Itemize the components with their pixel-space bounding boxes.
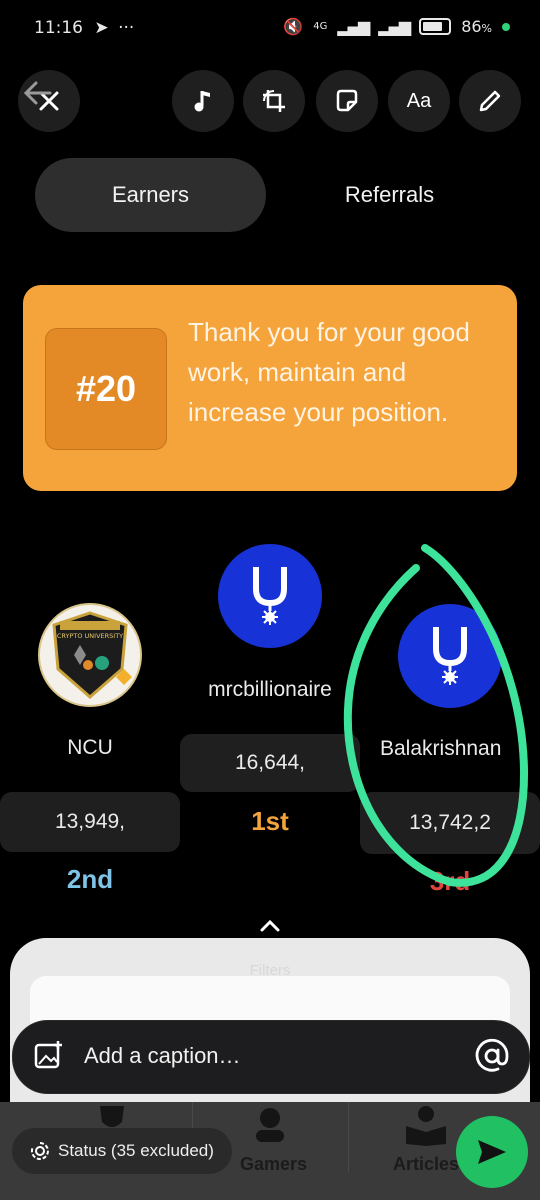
crop-rotate-button[interactable] [243,70,305,132]
camera-in-use-dot [502,22,510,31]
status-indicators: 🔇 4G ▂▄▆ ▂▄▆ 86% [283,17,510,36]
status-audience-chip[interactable]: Status (35 excluded) [12,1128,232,1174]
battery-level: 86% [461,17,492,36]
articles-icon [404,1104,448,1150]
mute-icon: 🔇 [283,17,304,36]
gamers-icon [250,1104,290,1148]
tab-referrals[interactable]: Referrals [274,158,505,232]
mention-icon[interactable] [474,1038,510,1078]
status-time: 11:16 ➤ ··· [34,18,135,38]
banner-message: Thank you for your good work, maintain a… [188,317,470,427]
pencil-icon [479,90,501,112]
name-ncu: NCU [67,736,113,759]
magnet-logo-icon [253,567,287,625]
more-notifications-icon: ··· [118,18,135,38]
telegram-icon: ➤ [94,18,109,38]
avatar-ncu[interactable]: CRYPTO UNIVERSITY [38,603,142,707]
send-button[interactable] [456,1116,528,1188]
draw-button[interactable] [459,70,521,132]
nav-divider [348,1102,349,1172]
signal-icon-2: ▂▄▆ [378,17,411,36]
status-bar: 11:16 ➤ ··· 🔇 4G ▂▄▆ ▂▄▆ 86% [0,0,540,60]
text-button[interactable]: Aa [388,70,450,132]
text-tool-label: Aa [406,89,432,112]
crop-rotate-icon [263,90,285,112]
nav-item-gamers[interactable]: Gamers [240,1154,307,1175]
battery-icon [419,18,452,35]
place-2nd: 2nd [66,864,114,894]
avatar-mrcbillionaire[interactable] [218,544,322,648]
music-button[interactable] [172,70,234,132]
score-ncu: 13,949, [0,792,180,852]
chevron-up-icon[interactable] [258,918,282,937]
rank-badge: #20 [45,328,167,450]
caption-input[interactable]: Add a caption… [84,1043,241,1069]
add-media-icon[interactable] [34,1040,64,1074]
signal-icon: ▂▄▆ [337,17,370,36]
filters-label[interactable]: Filters [0,962,540,979]
status-chip-label: Status (35 excluded) [58,1141,214,1160]
sticker-icon [336,89,358,112]
ncu-logo-icon: CRYPTO UNIVERSITY [52,611,132,699]
svg-text:CRYPTO UNIVERSITY: CRYPTO UNIVERSITY [57,632,123,640]
status-ring-icon [30,1142,49,1160]
music-icon [194,91,210,112]
nav-item-articles[interactable]: Articles [393,1154,459,1175]
network-type: 4G [313,21,328,32]
tab-earners[interactable]: Earners [35,158,266,232]
back-arrow-icon [22,80,52,110]
hand-drawn-circle-annotation [343,544,529,887]
sticker-button[interactable] [316,70,378,132]
send-icon [478,1140,506,1164]
place-1st: 1st [251,806,289,836]
